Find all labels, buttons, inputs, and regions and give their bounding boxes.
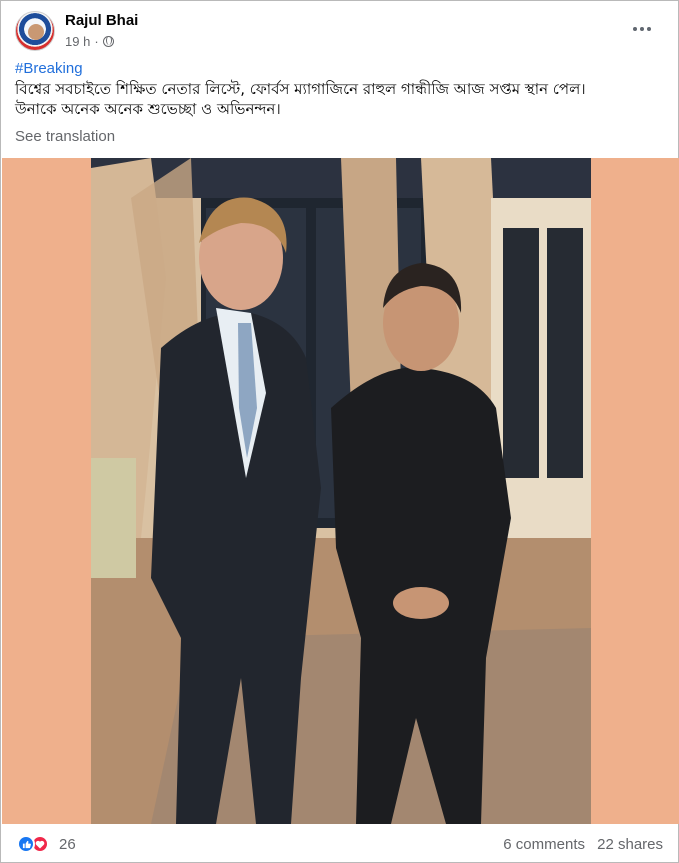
post-text-line: উনাকে অনেক অনেক শুভেচ্ছা ও অভিনন্দন। [15, 100, 281, 118]
hashtag-link[interactable]: #Breaking [15, 60, 83, 77]
avatar[interactable] [15, 11, 55, 51]
photo-illustration [91, 158, 591, 824]
more-options-icon[interactable] [630, 17, 654, 41]
comments-count[interactable]: 6 comments [503, 836, 585, 853]
post-text-line: বিশ্বের সবচাইতে শিক্ষিত নেতার লিস্টে, ফো… [15, 80, 586, 98]
reactions-summary[interactable]: 26 [17, 835, 76, 853]
post-meta: 19 h · [65, 34, 114, 49]
post-photo[interactable] [91, 158, 591, 824]
shares-count[interactable]: 22 shares [597, 836, 663, 853]
like-icon [17, 835, 35, 853]
post-header: Rajul Bhai 19 h · [15, 11, 664, 53]
meta-separator: · [94, 34, 99, 49]
post-time[interactable]: 19 h [65, 34, 90, 49]
reaction-count[interactable]: 26 [59, 836, 76, 853]
facebook-post: Rajul Bhai 19 h · #Breaking বিশ্বের সবচা… [0, 0, 679, 863]
globe-icon[interactable] [102, 36, 114, 47]
post-photo-frame[interactable] [2, 158, 679, 824]
see-translation-link[interactable]: See translation [15, 128, 115, 145]
author-name[interactable]: Rajul Bhai [65, 12, 138, 29]
post-footer: 26 6 comments 22 shares [15, 833, 664, 855]
post-text: বিশ্বের সবচাইতে শিক্ষিত নেতার লিস্টে, ফো… [15, 79, 665, 119]
